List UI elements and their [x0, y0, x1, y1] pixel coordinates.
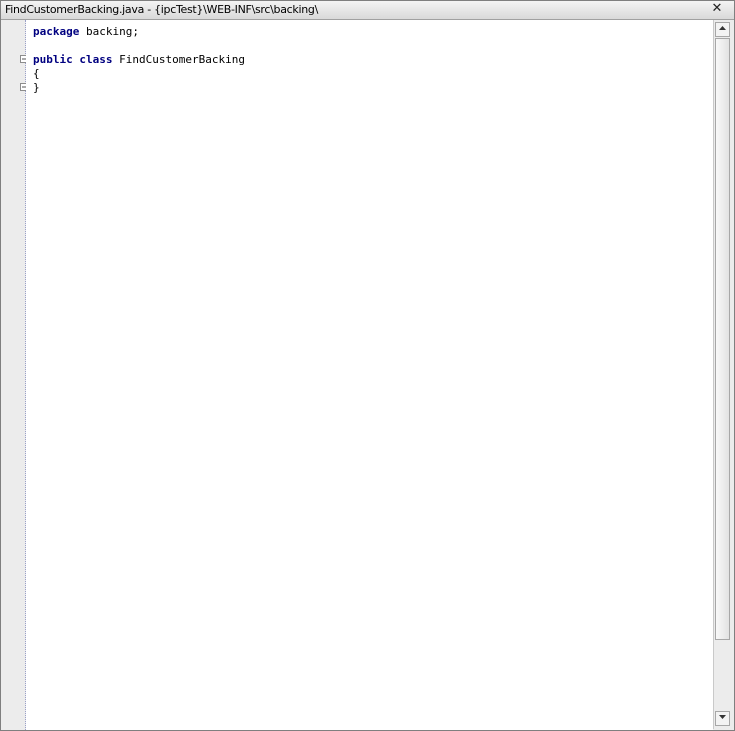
line-gutter [1, 20, 28, 730]
code-text: FindCustomerBacking [112, 53, 245, 66]
scroll-up-arrow-icon[interactable] [715, 22, 730, 37]
code-line-close-brace: } [33, 81, 40, 95]
window-title: FindCustomerBacking.java - {ipcTest}\WEB… [5, 3, 319, 16]
keyword-package: package [33, 25, 80, 38]
code-line-package: package backing; [33, 25, 139, 39]
title-bar: FindCustomerBacking.java - {ipcTest}\WEB… [1, 1, 734, 20]
scrollbar-thumb[interactable] [715, 38, 730, 640]
scroll-down-arrow-icon[interactable] [715, 711, 730, 726]
code-editor[interactable]: package backing; public class FindCustom… [26, 20, 713, 730]
code-line-open-brace: { [33, 67, 40, 81]
keyword-public-class: public class [33, 53, 113, 66]
code-text: } [33, 81, 40, 94]
code-text: backing; [79, 25, 139, 38]
close-icon[interactable]: ✕ [710, 2, 724, 16]
editor-window: FindCustomerBacking.java - {ipcTest}\WEB… [0, 0, 735, 731]
vertical-scrollbar[interactable] [713, 20, 730, 729]
code-text: { [33, 67, 40, 80]
code-line-class: public class FindCustomerBacking [33, 53, 245, 67]
